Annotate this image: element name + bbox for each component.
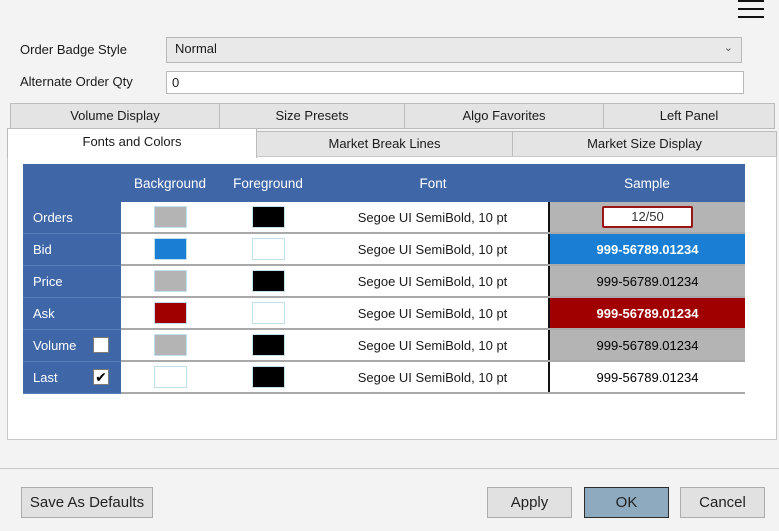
foreground-color-swatch[interactable] — [251, 334, 285, 356]
grid-row-price: Price Segoe UI SemiBold, 10 pt 999-56789.0… — [23, 265, 745, 298]
foreground-cell — [219, 361, 317, 394]
background-cell — [121, 329, 219, 362]
background-cell — [121, 233, 219, 266]
footer-divider — [0, 468, 779, 469]
alternate-order-qty-label: Alternate Order Qty — [20, 74, 133, 89]
sample-text: 999-56789.01234 — [596, 273, 699, 289]
foreground-cell — [219, 202, 317, 234]
sample-text: 999-56789.01234 — [596, 241, 699, 257]
row-label: Price — [33, 273, 63, 289]
font-cell[interactable]: Segoe UI SemiBold, 10 pt — [317, 265, 549, 298]
volume-checkbox[interactable] — [93, 336, 109, 353]
foreground-color-swatch[interactable] — [251, 366, 285, 388]
sample-cell: 999-56789.01234 — [548, 265, 745, 298]
foreground-cell — [219, 297, 317, 330]
font-cell[interactable]: Segoe UI SemiBold, 10 pt — [317, 361, 549, 394]
sample-text: 999-56789.01234 — [596, 337, 699, 353]
row-label: Volume — [33, 337, 77, 353]
tab-volume-display[interactable]: Volume Display — [10, 103, 220, 129]
fonts-colors-grid: Background Foreground Font Sample Orders… — [23, 164, 745, 394]
foreground-color-swatch[interactable] — [251, 206, 285, 228]
background-color-swatch[interactable] — [153, 238, 187, 260]
row-label: Bid — [33, 241, 52, 257]
font-cell[interactable]: Segoe UI SemiBold, 10 pt — [317, 297, 549, 330]
order-badge-style-value: Normal — [175, 41, 217, 56]
row-label: Orders — [33, 209, 73, 225]
background-cell — [121, 265, 219, 298]
background-cell — [121, 297, 219, 330]
sample-text: 999-56789.01234 — [596, 305, 699, 321]
tab-algo-favorites[interactable]: Algo Favorites — [404, 103, 604, 129]
font-cell[interactable]: Segoe UI SemiBold, 10 pt — [317, 233, 549, 266]
row-label-cell: Price — [23, 265, 121, 298]
background-cell — [121, 202, 219, 234]
foreground-cell — [219, 233, 317, 266]
chevron-down-icon: ⌄ — [723, 42, 733, 54]
last-checkbox[interactable]: ✔ — [93, 368, 109, 385]
header-font: Font — [317, 164, 549, 202]
foreground-cell — [219, 265, 317, 298]
sample-cell: 999-56789.01234 — [548, 361, 745, 394]
row-label: Last — [33, 369, 58, 385]
sample-cell: 12/50 — [548, 202, 745, 234]
save-as-defaults-button[interactable]: Save As Defaults — [21, 487, 153, 518]
sample-cell: 999-56789.01234 — [548, 297, 745, 330]
grid-row-volume: Volume Segoe UI SemiBold, 10 pt 999-56789.… — [23, 329, 745, 362]
background-color-swatch[interactable] — [153, 206, 187, 228]
header-row-label — [23, 164, 121, 202]
grid-row-bid: Bid Segoe UI SemiBold, 10 pt 999-56789.012… — [23, 233, 745, 266]
tab-fonts-and-colors[interactable]: Fonts and Colors — [7, 128, 257, 158]
font-cell[interactable]: Segoe UI SemiBold, 10 pt — [317, 329, 549, 362]
ok-button[interactable]: OK — [584, 487, 669, 518]
header-background: Background — [121, 164, 219, 202]
background-color-swatch[interactable] — [153, 302, 187, 324]
row-label: Ask — [33, 305, 55, 321]
grid-row-ask: Ask Segoe UI SemiBold, 10 pt 999-56789.012… — [23, 297, 745, 330]
tab-market-size-display[interactable]: Market Size Display — [512, 131, 777, 157]
foreground-color-swatch[interactable] — [251, 302, 285, 324]
order-badge-style-label: Order Badge Style — [20, 42, 127, 57]
background-color-swatch[interactable] — [153, 366, 187, 388]
row-label-cell: Volume — [23, 329, 121, 362]
font-cell[interactable]: Segoe UI SemiBold, 10 pt — [317, 202, 549, 234]
header-sample: Sample — [549, 164, 745, 202]
grid-row-last: Last ✔ Segoe UI SemiBold, 10 pt 999-56789.0… — [23, 361, 745, 394]
alternate-order-qty-input[interactable]: 0 — [166, 71, 744, 94]
foreground-cell — [219, 329, 317, 362]
tab-left-panel[interactable]: Left Panel — [603, 103, 775, 129]
row-label-cell: Bid — [23, 233, 121, 266]
row-label-cell: Orders — [23, 202, 121, 234]
sample-cell: 999-56789.01234 — [548, 329, 745, 362]
tab-size-presets[interactable]: Size Presets — [219, 103, 405, 129]
row-label-cell: Last ✔ — [23, 361, 121, 394]
grid-row-orders: Orders Segoe UI SemiBold, 10 pt 12/50 — [23, 202, 745, 234]
hamburger-menu-icon[interactable] — [738, 0, 764, 18]
order-badge-sample: 12/50 — [602, 206, 693, 228]
order-badge-style-dropdown[interactable]: Normal ⌄ — [166, 37, 742, 63]
header-foreground: Foreground — [219, 164, 317, 202]
background-color-swatch[interactable] — [153, 270, 187, 292]
foreground-color-swatch[interactable] — [251, 270, 285, 292]
sample-text: 999-56789.01234 — [596, 369, 699, 385]
fonts-and-colors-panel: Background Foreground Font Sample Orders… — [7, 156, 777, 440]
background-cell — [121, 361, 219, 394]
row-label-cell: Ask — [23, 297, 121, 330]
cancel-button[interactable]: Cancel — [680, 487, 765, 518]
grid-header-row: Background Foreground Font Sample — [23, 164, 745, 202]
apply-button[interactable]: Apply — [487, 487, 572, 518]
foreground-color-swatch[interactable] — [251, 238, 285, 260]
sample-cell: 999-56789.01234 — [548, 233, 745, 266]
background-color-swatch[interactable] — [153, 334, 187, 356]
tab-market-break-lines[interactable]: Market Break Lines — [256, 131, 513, 157]
